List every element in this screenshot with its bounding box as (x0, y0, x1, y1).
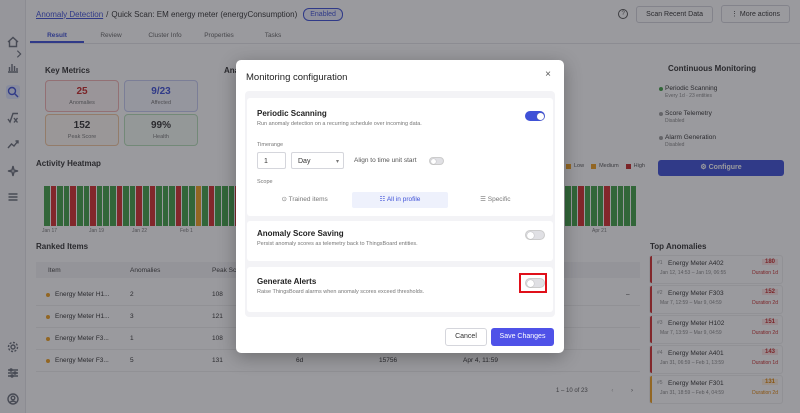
score-saving-desc: Persist anomaly scores as telemetry back… (257, 241, 418, 247)
modal-footer: Cancel Save Changes (236, 317, 564, 353)
generate-alerts-title: Generate Alerts (257, 277, 317, 286)
close-icon[interactable]: × (542, 69, 554, 81)
periodic-scanning-desc: Run anomaly detection on a recurring sch… (257, 121, 422, 127)
align-label: Align to time unit start (354, 157, 417, 164)
timerange-input[interactable]: 1 (257, 152, 286, 169)
generate-alerts-card: Generate Alerts Raise ThingsBoard alarms… (247, 267, 553, 312)
scope-segmented-control: ⊙ Trained items ☷ All in profile ☰ Speci… (257, 192, 543, 208)
periodic-scanning-card: Periodic Scanning Run anomaly detection … (247, 98, 553, 216)
time-unit-value: Day (298, 158, 311, 165)
score-saving-toggle[interactable] (525, 230, 545, 240)
generate-alerts-desc: Raise ThingsBoard alarms when anomaly sc… (257, 289, 425, 295)
highlight-box (519, 273, 547, 293)
scope-option-trained[interactable]: ⊙ Trained items (257, 192, 352, 208)
periodic-scanning-title: Periodic Scanning (257, 109, 327, 118)
scope-label: Scope (257, 179, 273, 185)
scope-option-specific[interactable]: ☰ Specific (448, 192, 543, 208)
modal-title: Monitoring configuration (246, 72, 348, 83)
cancel-button[interactable]: Cancel (445, 328, 487, 346)
toggle-knob (527, 232, 534, 239)
periodic-scanning-toggle[interactable] (525, 111, 545, 121)
chevron-down-icon: ▾ (335, 159, 339, 165)
score-saving-title: Anomaly Score Saving (257, 229, 344, 238)
toggle-knob (431, 159, 436, 164)
monitoring-config-modal: Monitoring configuration × Periodic Scan… (236, 60, 564, 353)
score-saving-card: Anomaly Score Saving Persist anomaly sco… (247, 221, 553, 261)
app-window: Anomaly Detection / Quick Scan: EM energ… (0, 0, 800, 413)
align-toggle[interactable] (429, 157, 444, 165)
toggle-knob (537, 113, 544, 120)
modal-body: Periodic Scanning Run anomaly detection … (245, 91, 555, 317)
scope-option-all[interactable]: ☷ All in profile (352, 192, 448, 208)
time-unit-select[interactable]: Day ▾ (291, 152, 344, 169)
timerange-label: Timerange (257, 142, 284, 148)
save-changes-button[interactable]: Save Changes (491, 328, 554, 346)
